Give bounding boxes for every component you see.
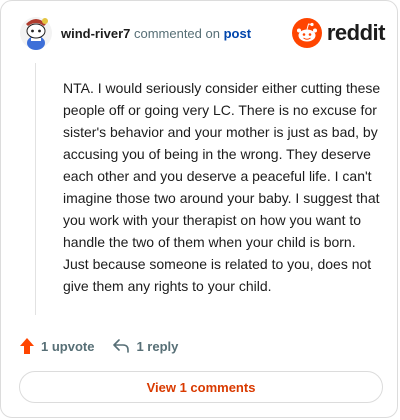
comment-card: wind-river7 commented on post reddit NTA… [0, 0, 398, 418]
snoo-avatar-icon [20, 17, 52, 50]
upvote-button[interactable]: 1 upvote [19, 337, 94, 355]
reply-button[interactable]: 1 reply [112, 338, 178, 354]
reply-count: 1 reply [136, 338, 179, 354]
comment-actions: 1 upvote 1 reply [19, 337, 178, 355]
reddit-wordmark: reddit [326, 20, 386, 45]
avatar[interactable] [19, 15, 53, 51]
reddit-logo[interactable]: reddit [291, 17, 386, 49]
upvote-count: 1 upvote [41, 338, 95, 354]
comment-header: wind-river7 commented on post reddit [19, 15, 386, 55]
reddit-alien-icon [291, 18, 322, 48]
upvote-arrow-icon [20, 338, 34, 354]
thread-line[interactable] [35, 63, 36, 315]
username-link[interactable]: wind-river7 [61, 26, 130, 41]
commented-on-text: commented on [130, 26, 224, 41]
view-comments-button[interactable]: View 1 comments [19, 371, 383, 403]
reply-arrow-icon [113, 339, 130, 353]
comment-body: NTA. I would seriously consider either c… [63, 80, 381, 294]
comment-byline: wind-river7 commented on post [61, 26, 251, 41]
post-link[interactable]: post [224, 26, 251, 41]
